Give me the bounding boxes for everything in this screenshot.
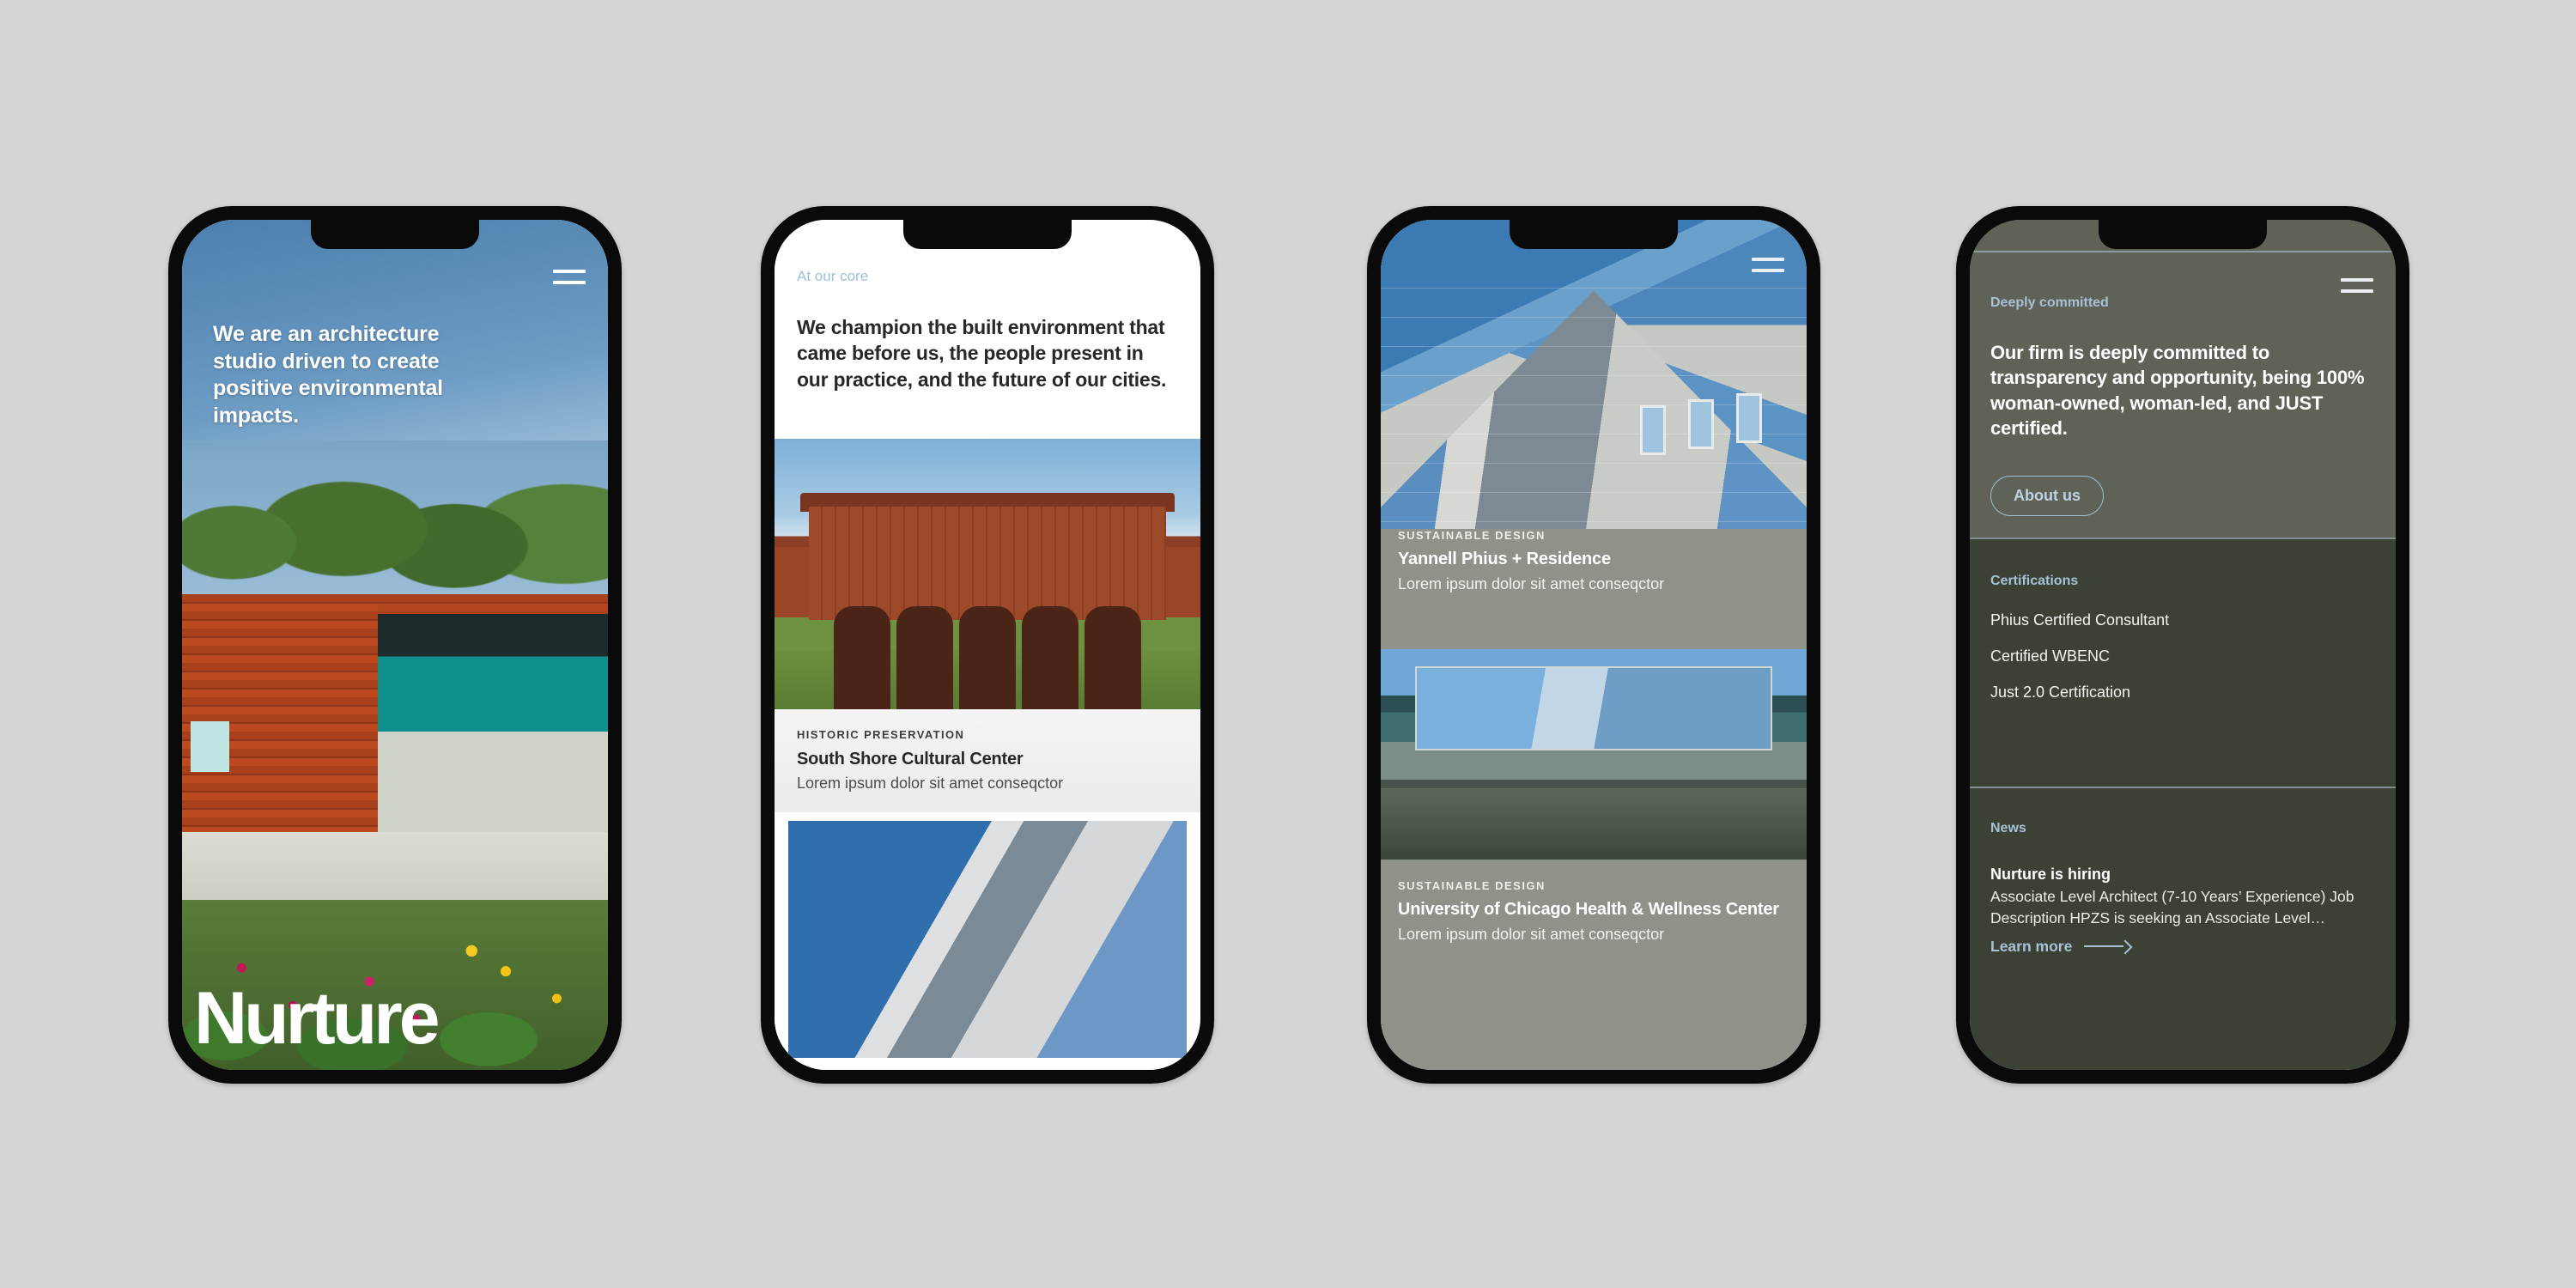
section-divider — [1970, 538, 2396, 539]
screenshot-canvas: We are an architecture studio driven to … — [0, 0, 2576, 1288]
photo-window — [1736, 392, 1762, 443]
phone-mockup-hero: We are an architecture studio driven to … — [168, 206, 622, 1084]
phone-mockup-core: At our core We champion the built enviro… — [761, 206, 1214, 1084]
project-subtitle: Lorem ipsum dolor sit amet conseqctor — [1398, 926, 1665, 943]
section-divider — [1970, 251, 2396, 252]
project-category: SUSTAINABLE DESIGN — [1398, 879, 1546, 892]
photo-walkway — [1381, 787, 1807, 860]
device-notch — [1510, 220, 1678, 249]
arrow-right-icon — [2084, 942, 2130, 951]
arch — [1021, 606, 1078, 709]
brand-logo: Nurture — [194, 977, 440, 1060]
section-divider — [1970, 787, 2396, 788]
news-body: Associate Level Architect (7-10 Years’ E… — [1990, 888, 2354, 927]
project-photo-yannell — [1381, 220, 1807, 529]
project-card-yannell[interactable]: SUSTAINABLE DESIGN Yannell Phius + Resid… — [1381, 529, 1807, 649]
project-subtitle: Lorem ipsum dolor sit amet conseqctor — [1398, 575, 1665, 592]
core-statement: We champion the built environment that c… — [797, 316, 1167, 391]
core-eyebrow: At our core — [797, 268, 869, 284]
project-card-south-shore[interactable]: HISTORIC PRESERVATION South Shore Cultur… — [775, 709, 1200, 812]
device-notch — [2099, 220, 2267, 249]
hamburger-bar — [2341, 289, 2373, 293]
photo-building — [808, 506, 1167, 621]
hero-door — [190, 721, 229, 773]
phone-screen-hero: We are an architecture studio driven to … — [182, 220, 608, 1070]
news-title: Nurture is hiring — [1990, 866, 2111, 883]
project-category: SUSTAINABLE DESIGN — [1398, 529, 1546, 542]
project-title: South Shore Cultural Center — [797, 750, 1024, 769]
certifications-heading: Certifications — [1990, 574, 2079, 588]
about-us-button[interactable]: About us — [1990, 476, 2104, 516]
project-title: University of Chicago Health & Wellness … — [1398, 900, 1779, 919]
projects-section: SUSTAINABLE DESIGN Yannell Phius + Resid… — [1381, 220, 1807, 1070]
committed-statement: Our firm is deeply committed to transpar… — [1990, 342, 2365, 439]
project-card-uchicago-text: SUSTAINABLE DESIGN University of Chicago… — [1398, 879, 1789, 944]
project-title: Yannell Phius + Residence — [1398, 550, 1611, 568]
project-card-uchicago[interactable]: SUSTAINABLE DESIGN University of Chicago… — [1381, 649, 1807, 1070]
certifications-list: Phius Certified Consultant Certified WBE… — [1990, 611, 2373, 702]
hero-building — [182, 593, 608, 849]
committed-eyebrow: Deeply committed — [1990, 295, 2109, 310]
hero-headline: We are an architecture studio driven to … — [213, 322, 443, 428]
certifications-section: Certifications Phius Certified Consultan… — [1990, 574, 2373, 720]
arch — [834, 606, 891, 709]
hamburger-bar — [2341, 278, 2373, 282]
hamburger-icon[interactable] — [553, 270, 586, 284]
learn-more-label: Learn more — [1990, 937, 2073, 955]
phone-screen-core: At our core We champion the built enviro… — [775, 220, 1200, 1070]
phone-mockup-committed: Deeply committed Our firm is deeply comm… — [1956, 206, 2409, 1084]
hamburger-bar — [1752, 269, 1784, 272]
device-notch — [903, 220, 1072, 249]
news-heading: News — [1990, 821, 2026, 835]
project-subtitle: Lorem ipsum dolor sit amet conseqctor — [797, 775, 1064, 792]
arch — [896, 606, 954, 709]
hamburger-bar — [553, 270, 586, 273]
arch — [1084, 606, 1141, 709]
list-item: Just 2.0 Certification — [1990, 683, 2131, 701]
photo-window — [1640, 405, 1666, 455]
project-category: HISTORIC PRESERVATION — [797, 728, 965, 741]
learn-more-link[interactable]: Learn more — [1990, 938, 2373, 956]
committed-section: Deeply committed Our firm is deeply comm… — [1970, 220, 2396, 1070]
phone-screen-committed: Deeply committed Our firm is deeply comm… — [1970, 220, 2396, 1070]
project-photo-uchicago — [1381, 649, 1807, 860]
news-section: News Nurture is hiring Associate Level A… — [1990, 821, 2373, 956]
list-item: Phius Certified Consultant — [1990, 611, 2170, 629]
project-photo-next — [788, 821, 1187, 1058]
photo-window — [1688, 398, 1714, 449]
list-item: Certified WBENC — [1990, 647, 2111, 665]
photo-arcade — [834, 606, 1141, 709]
project-photo-south-shore — [775, 439, 1200, 709]
photo-glass-facade — [1414, 665, 1773, 750]
hamburger-icon[interactable] — [2341, 278, 2373, 293]
device-notch — [311, 220, 479, 249]
core-section: At our core We champion the built enviro… — [775, 220, 1200, 1070]
phone-mockup-projects: SUSTAINABLE DESIGN Yannell Phius + Resid… — [1367, 206, 1820, 1084]
hero-trees — [182, 440, 608, 611]
hamburger-icon[interactable] — [1752, 258, 1784, 272]
hamburger-bar — [553, 281, 586, 284]
arch — [959, 606, 1016, 709]
news-item[interactable]: Nurture is hiring Associate Level Archit… — [1990, 866, 2373, 956]
hamburger-bar — [1752, 258, 1784, 261]
phone-screen-projects: SUSTAINABLE DESIGN Yannell Phius + Resid… — [1381, 220, 1807, 1070]
